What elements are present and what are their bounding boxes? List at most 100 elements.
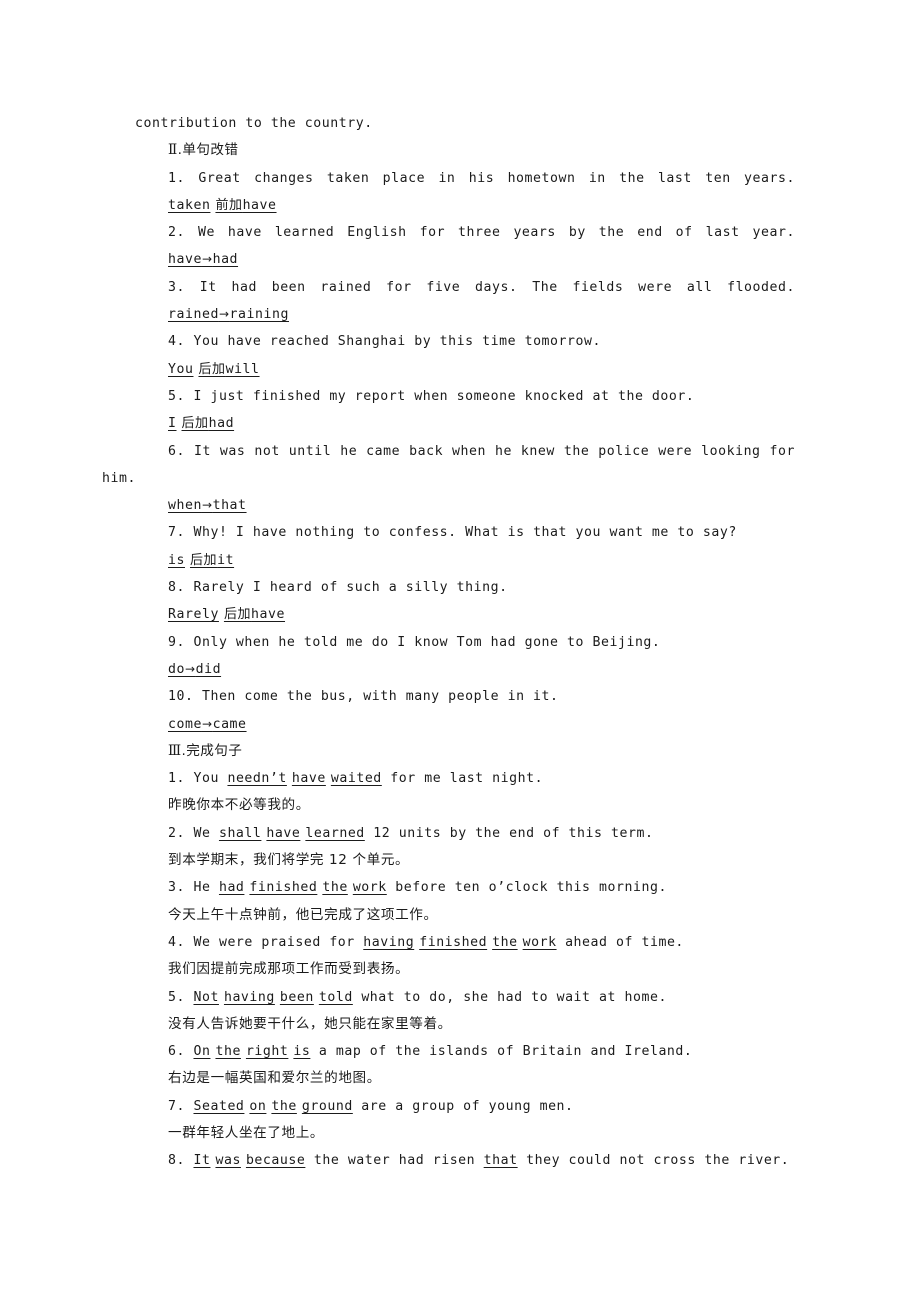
answer-text: is 后加it xyxy=(168,547,234,574)
question-text: You have reached Shanghai by this time t… xyxy=(193,334,601,350)
question-number: 4. xyxy=(168,334,185,350)
question-continuation-line: him. xyxy=(102,470,136,486)
question-text: We have learned English for three years … xyxy=(197,225,795,241)
answer-text: do→did xyxy=(168,656,221,683)
question-number: 3. xyxy=(168,279,185,295)
answer-part: it xyxy=(217,552,235,568)
answer-part: Rarely xyxy=(168,607,219,623)
prefix-text: We were praised for xyxy=(193,934,364,950)
prefix-text: We xyxy=(193,825,219,841)
suffix-text: ahead of time. xyxy=(556,934,684,950)
answer-part: 后加 xyxy=(198,361,226,377)
carryover-line: contribution to the country. xyxy=(135,116,373,131)
answer-line: is 后加it xyxy=(135,547,795,574)
question-text: Only when he told me do I know Tom had g… xyxy=(193,634,661,650)
blank-answer-2: that xyxy=(484,1147,518,1174)
answer-part: when xyxy=(168,498,202,514)
blank-answer: On the right is xyxy=(193,1038,310,1065)
answer-line: have→had xyxy=(135,246,795,273)
question-line: 8. Rarely I heard of such a silly thing. xyxy=(135,574,795,601)
suffix-text: the water had risen xyxy=(305,1153,484,1169)
question-text: It had been rained for five days. The fi… xyxy=(199,279,795,295)
question-number: 2. xyxy=(168,225,185,241)
answer-arrow: → xyxy=(184,661,196,676)
completion-line: 7. Seated on the ground are a group of youn… xyxy=(135,1093,795,1120)
answer-part: 前加 xyxy=(215,197,243,213)
prefix-text: You xyxy=(193,771,228,787)
blank-word: It xyxy=(193,1153,211,1169)
blank-word: work xyxy=(352,880,387,896)
blank-word: Seated xyxy=(193,1098,245,1114)
question-number: 1. xyxy=(168,771,185,787)
question-number: 10. xyxy=(168,689,194,705)
answer-text: rained→raining xyxy=(168,301,289,328)
blank-word: shall xyxy=(218,825,262,841)
suffix-text: 12 units by the end of this term. xyxy=(364,825,654,841)
answer-part: 后加 xyxy=(189,552,218,568)
blank-word: on xyxy=(249,1098,267,1114)
answer-part: have xyxy=(242,197,277,213)
answer-arrow: → xyxy=(201,252,213,267)
completion-line: 2. We shall have learned 12 units by the e… xyxy=(135,820,795,847)
answer-text: Rarely 后加have xyxy=(168,601,285,628)
answer-part: do xyxy=(168,661,185,677)
blank-word: been xyxy=(279,989,314,1005)
question-line: 3. It had been rained for five days. The… xyxy=(135,274,795,301)
document-body: contribution to the country. Ⅱ.单句改错 1. G… xyxy=(102,110,795,1175)
blank-word: have xyxy=(291,771,326,787)
question-text: Then come the bus, with many people in i… xyxy=(201,689,559,705)
blank-answer: It was because xyxy=(193,1147,305,1174)
question-text: It was not until he came back when he kn… xyxy=(193,443,795,459)
question-text: Rarely I heard of such a silly thing. xyxy=(193,580,508,596)
blank-word: have xyxy=(266,825,301,841)
question-line: 2. We have learned English for three yea… xyxy=(135,219,795,246)
blank-word: the xyxy=(215,1044,241,1060)
question-text: I just finished my report when someone k… xyxy=(193,388,695,404)
question-line: 5. I just finished my report when someon… xyxy=(135,383,795,410)
question-number: 1. xyxy=(168,170,185,186)
answer-line: rained→raining xyxy=(135,301,795,328)
question-number: 4. xyxy=(168,934,185,950)
prefix-text: He xyxy=(193,880,219,896)
blank-word: told xyxy=(318,989,353,1005)
question-number: 3. xyxy=(168,880,185,896)
blank-word: learned xyxy=(305,825,365,841)
suffix-text: before ten o’clock this morning. xyxy=(386,880,667,896)
blank-answer: Seated on the ground xyxy=(193,1093,352,1120)
blank-word: ground xyxy=(301,1098,353,1114)
question-line: 9. Only when he told me do I know Tom ha… xyxy=(135,629,795,656)
answer-part: that xyxy=(212,498,247,514)
translation-line: 到本学期末，我们将学完 12 个单元。 xyxy=(168,852,410,869)
question-line: 6. It was not until he came back when he… xyxy=(135,438,795,465)
answer-part: came xyxy=(212,716,247,732)
answer-line: I 后加had xyxy=(135,410,795,437)
answer-text: when→that xyxy=(168,492,247,519)
translation-line: 今天上午十点钟前，他已完成了这项工作。 xyxy=(168,906,438,923)
answer-text: I 后加had xyxy=(168,410,234,437)
answer-part: 后加 xyxy=(181,416,209,432)
section-3-roman: Ⅲ xyxy=(168,742,182,759)
blank-word: because xyxy=(245,1153,306,1169)
answer-part: did xyxy=(195,661,222,677)
blank-answer: needn’t have waited xyxy=(227,765,381,792)
section-heading-2: Ⅱ.单句改错 xyxy=(135,137,795,164)
answer-text: come→came xyxy=(168,711,247,738)
answer-part: had xyxy=(212,252,239,268)
suffix-text-2: they could not cross the river. xyxy=(517,1153,790,1169)
question-number: 9. xyxy=(168,634,185,650)
answer-arrow: → xyxy=(201,716,213,731)
completion-line: 5. Not having been told what to do, she had… xyxy=(135,984,795,1011)
blank-word: that xyxy=(483,1153,518,1169)
question-number: 7. xyxy=(168,525,185,541)
suffix-text: are a group of young men. xyxy=(352,1098,574,1114)
answer-part: have xyxy=(168,252,202,268)
answer-part: have xyxy=(251,607,286,623)
blank-word: On xyxy=(193,1044,211,1060)
answer-line: come→came xyxy=(135,711,795,738)
answer-arrow: → xyxy=(201,498,213,513)
answer-text: You 后加will xyxy=(168,356,260,383)
completion-line: 8. It was because the water had risen that… xyxy=(135,1147,795,1174)
section-2-roman: Ⅱ xyxy=(168,142,178,159)
answer-text: taken 前加have xyxy=(168,192,277,219)
question-line: 7. Why! I have nothing to confess. What … xyxy=(135,519,795,546)
